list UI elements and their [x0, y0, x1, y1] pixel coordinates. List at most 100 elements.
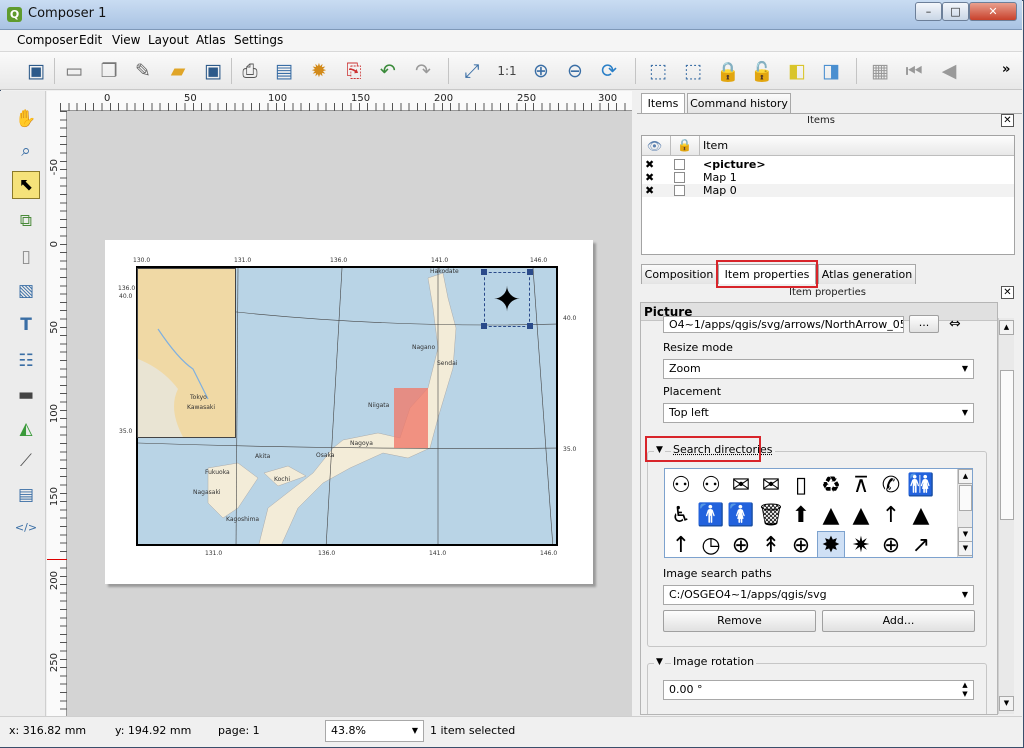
menu-edit[interactable]: Edit — [79, 33, 102, 47]
spin-arrows-icon[interactable]: ▲ ▼ — [957, 681, 973, 699]
add-image-icon[interactable]: ▧ — [12, 277, 40, 305]
export-pdf-icon[interactable]: ⎘ — [340, 57, 368, 85]
add-html-frame-icon[interactable]: </> — [12, 513, 40, 541]
save-template-icon[interactable]: ▣ — [199, 57, 227, 85]
svg-symbol[interactable]: 🚻 — [907, 471, 935, 499]
collapse-triangle-icon[interactable]: ▼ — [654, 657, 665, 667]
visibility-checkbox[interactable]: ✖ — [645, 159, 654, 170]
svg-symbol[interactable]: 🚹 — [697, 501, 725, 529]
svg-symbol[interactable]: 🗑 — [757, 501, 785, 529]
load-template-icon[interactable]: ▰ — [164, 57, 192, 85]
browse-picture-button[interactable]: ... — [909, 315, 939, 333]
items-row-map0[interactable]: ✖ Map 0 — [642, 184, 1014, 197]
svg-symbol[interactable]: ◷ — [697, 531, 725, 558]
add-map-icon[interactable]: ▯ — [12, 243, 40, 271]
remove-path-button[interactable]: Remove — [663, 610, 816, 632]
svg-symbol[interactable]: ⊕ — [787, 531, 815, 558]
atlas-preview-icon[interactable]: ▦ — [866, 57, 894, 85]
scroll-down-icon[interactable]: ▼ — [958, 541, 972, 556]
add-label-icon[interactable]: T — [12, 311, 40, 339]
placement-select[interactable]: Top left ▼ — [663, 403, 974, 423]
properties-scrollbar[interactable]: ▲ ▼ — [998, 318, 1014, 714]
pan-hand-icon[interactable]: ✋ — [12, 105, 40, 133]
svg-symbol[interactable]: ⊕ — [727, 531, 755, 558]
selection-handle[interactable] — [481, 323, 487, 329]
svg-symbol[interactable]: ⬆ — [787, 501, 815, 529]
visibility-checkbox[interactable]: ✖ — [645, 185, 654, 196]
selection-handle[interactable] — [481, 269, 487, 275]
scroll-thumb[interactable] — [959, 485, 972, 511]
save-project-icon[interactable]: ▣ — [22, 57, 50, 85]
svg-symbol[interactable]: ⊼ — [847, 471, 875, 499]
horizontal-ruler[interactable]: 0 50 100 150 200 250 300 — [60, 91, 632, 111]
zoom-in-icon[interactable]: ⊕ — [527, 57, 555, 85]
svg-symbol[interactable]: ↟ — [757, 531, 785, 558]
resize-mode-select[interactable]: Zoom ▼ — [663, 359, 974, 379]
ungroup-items-icon[interactable]: ⬚ — [679, 57, 707, 85]
previous-feature-icon[interactable]: ◀ — [935, 57, 963, 85]
add-path-button[interactable]: Add... — [822, 610, 975, 632]
image-rotation-spinbox[interactable]: 0.00 ° ▲ ▼ — [663, 680, 974, 700]
svg-symbol[interactable]: ✷ — [847, 531, 875, 558]
unlock-items-icon[interactable]: 🔓 — [748, 57, 776, 85]
picture-path-field[interactable]: O4~1/apps/qgis/svg/arrows/NorthArrow_05.… — [663, 316, 904, 333]
symbols-scrollbar[interactable]: ▲ ▼ ▼ — [957, 469, 972, 557]
visibility-checkbox[interactable]: ✖ — [645, 172, 654, 183]
picture-options-icon[interactable]: ⇔ — [949, 316, 961, 332]
toolbar-overflow-button[interactable]: » — [1002, 62, 1010, 77]
menu-settings[interactable]: Settings — [234, 33, 283, 47]
scroll-thumb[interactable] — [1000, 370, 1014, 520]
tab-items[interactable]: Items — [641, 93, 685, 113]
svg-symbol[interactable]: ✉ — [727, 471, 755, 499]
add-attribute-table-icon[interactable]: ▤ — [12, 481, 40, 509]
zoom-tool-icon[interactable]: ⌕ — [12, 137, 40, 165]
svg-symbol[interactable]: ↗ — [907, 531, 935, 558]
svg-symbol[interactable]: ⚇ — [697, 471, 725, 499]
lock-checkbox[interactable] — [674, 185, 685, 196]
svg-symbol[interactable]: ▲ — [847, 501, 875, 529]
menu-atlas[interactable]: Atlas — [196, 33, 226, 47]
north-arrow-picture[interactable]: ✦ — [484, 272, 530, 327]
items-table[interactable]: 👁 🔒 Item ✖ <picture> ✖ Map 1 ✖ Map 0 — [641, 135, 1015, 255]
redo-icon[interactable]: ↷ — [409, 57, 437, 85]
selection-handle[interactable] — [527, 269, 533, 275]
minimize-button[interactable]: – — [915, 2, 942, 21]
print-icon[interactable]: ⎙ — [236, 57, 264, 85]
menu-layout[interactable]: Layout — [148, 33, 189, 47]
svg-symbol[interactable]: ⊕ — [877, 531, 905, 558]
export-image-icon[interactable]: ▤ — [270, 57, 298, 85]
tab-composition[interactable]: Composition — [641, 264, 717, 284]
add-legend-icon[interactable]: ☷ — [12, 347, 40, 375]
menu-view[interactable]: View — [112, 33, 140, 47]
composer-manager-icon[interactable]: ✎ — [129, 57, 157, 85]
close-item-properties-dock-icon[interactable]: ✕ — [1001, 286, 1014, 299]
svg-symbol[interactable]: ↑ — [877, 501, 905, 529]
svg-symbol[interactable]: ▯ — [787, 471, 815, 499]
group-items-icon[interactable]: ⬚ — [644, 57, 672, 85]
image-search-paths-select[interactable]: C:/OSGEO4~1/apps/qgis/svg ▼ — [663, 585, 974, 605]
refresh-icon[interactable]: ⟳ — [595, 57, 623, 85]
add-arrow-icon[interactable]: ⟋ — [12, 447, 40, 475]
close-button[interactable]: ✕ — [969, 2, 1017, 21]
select-move-item-icon[interactable]: ⬉ — [12, 171, 40, 199]
svg-symbols-grid[interactable]: ⚇ ⚇ ✉ ✉ ▯ ♻ ⊼ ✆ 🚻 ♿ 🚹 🚺 🗑 ⬆ ▲ ▲ ↑ ▲ ↑ ◷ … — [664, 468, 973, 558]
items-row-picture[interactable]: ✖ <picture> — [642, 158, 1014, 171]
svg-symbol[interactable]: ♿ — [667, 501, 695, 529]
svg-symbol[interactable]: ✆ — [877, 471, 905, 499]
zoom-select[interactable]: 43.8% ▼ — [325, 720, 424, 742]
lock-items-icon[interactable]: 🔒 — [714, 57, 742, 85]
lock-checkbox[interactable] — [674, 159, 685, 170]
align-items-icon[interactable]: ◨ — [817, 57, 845, 85]
svg-symbol[interactable]: ↑ — [667, 531, 695, 558]
menu-composer[interactable]: Composer — [17, 33, 78, 47]
svg-symbol[interactable]: ♻ — [817, 471, 845, 499]
map-item-map1[interactable] — [137, 268, 236, 438]
tab-command-history[interactable]: Command history — [687, 93, 791, 113]
items-row-map1[interactable]: ✖ Map 1 — [642, 171, 1014, 184]
export-svg-icon[interactable]: ✹ — [305, 57, 333, 85]
svg-symbol[interactable]: 🚺 — [727, 501, 755, 529]
undo-icon[interactable]: ↶ — [374, 57, 402, 85]
svg-symbol[interactable]: ▲ — [907, 501, 935, 529]
svg-symbol-selected[interactable]: ✸ — [817, 531, 845, 557]
svg-symbol[interactable]: ✉ — [757, 471, 785, 499]
